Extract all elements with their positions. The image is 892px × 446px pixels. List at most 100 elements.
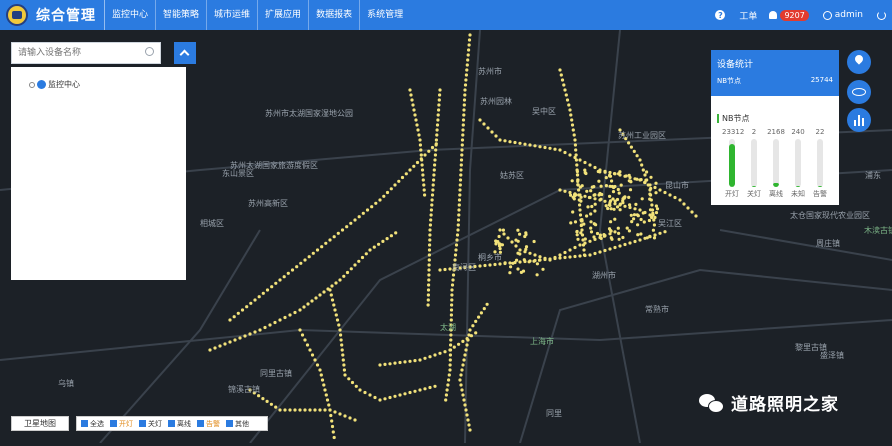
map-place-label: 太湖 <box>440 323 456 332</box>
map-place-label: 同里 <box>546 409 562 418</box>
map-place-label: 锦溪古镇 <box>228 385 260 394</box>
stat-label: 开灯 <box>725 190 739 198</box>
map-place-label: 吴江区 <box>658 219 682 228</box>
view-toggle-button[interactable] <box>847 80 871 104</box>
main-nav: 监控中心 智能策略 城市运维 扩展应用 数据报表 系统管理 <box>104 0 410 30</box>
stat-column-on[interactable]: 23312 开灯 <box>722 128 744 199</box>
stats-header: 设备统计 NB节点 25744 <box>711 50 839 96</box>
filter-select-all[interactable]: 全选 <box>81 419 104 429</box>
stat-column-unknown[interactable]: 240 未知 <box>788 128 808 199</box>
stat-bar-track <box>795 139 801 187</box>
bar-chart-icon <box>853 114 865 126</box>
map-place-label: 桐乡市 <box>478 253 502 262</box>
filter-on[interactable]: 开灯 <box>110 419 133 429</box>
stat-value: 2168 <box>767 128 785 136</box>
map-place-label: 昆山市 <box>665 181 689 190</box>
app-logo <box>6 4 28 26</box>
stat-bar-track <box>817 139 823 187</box>
map-place-label: 周庄镇 <box>816 239 840 248</box>
chevron-up-icon <box>179 49 190 60</box>
checkbox[interactable] <box>197 420 204 427</box>
nav-city-operation[interactable]: 城市运维 <box>206 0 257 30</box>
map-place-label: 姑苏区 <box>500 171 524 180</box>
map-place-label: 苏州工业园区 <box>618 131 666 140</box>
checkbox[interactable] <box>81 420 88 427</box>
stat-value: 240 <box>791 128 805 136</box>
filter-offline[interactable]: 离线 <box>168 419 191 429</box>
map-place-label: 相城区 <box>200 219 224 228</box>
map-place-label: 乌镇 <box>58 379 74 388</box>
help-icon[interactable]: ? <box>715 10 726 20</box>
stat-bar-fill <box>773 183 779 187</box>
locate-button[interactable] <box>847 50 871 74</box>
stat-value: 2 <box>751 128 757 136</box>
checkbox[interactable] <box>226 420 233 427</box>
map-place-label: 湖州市 <box>592 271 616 280</box>
map-place-label: 木渎古镇 <box>864 226 892 235</box>
filter-alarm[interactable]: 告警 <box>197 419 220 429</box>
stat-label: 告警 <box>813 190 827 198</box>
map-place-label: 常熟市 <box>645 305 669 314</box>
stat-bar-fill <box>729 143 735 187</box>
tree-node-radio[interactable] <box>29 81 35 88</box>
nb-section-title: NB节点 <box>717 113 749 124</box>
stat-value: 22 <box>815 128 825 136</box>
map-place-label: 苏州市太湖国家湿地公园 <box>265 109 353 118</box>
nav-monitor-center[interactable]: 监控中心 <box>104 0 155 30</box>
stat-bar-fill <box>817 186 823 187</box>
stat-bar-fill <box>751 186 757 187</box>
map-place-label: 盛泽镇 <box>820 351 844 360</box>
power-icon[interactable] <box>877 10 886 20</box>
map-place-label: 同里古镇 <box>260 369 292 378</box>
stat-label: 未知 <box>791 190 805 198</box>
wechat-watermark: 道路照明之家 <box>699 390 839 415</box>
map-place-label: 太仓国家现代农业园区 <box>790 211 870 220</box>
stat-label: 关灯 <box>747 190 761 198</box>
search-icon[interactable] <box>145 47 154 56</box>
statistics-button[interactable] <box>847 108 871 132</box>
map-place-label: 东山景区 <box>222 169 254 178</box>
stat-bar-track <box>729 139 735 187</box>
nav-smart-strategy[interactable]: 智能策略 <box>155 0 206 30</box>
nb-node-total: 25744 <box>810 76 833 84</box>
top-navigation-bar: 综合管理 监控中心 智能策略 城市运维 扩展应用 数据报表 系统管理 ? 工单 … <box>0 0 892 30</box>
nav-data-reports[interactable]: 数据报表 <box>308 0 359 30</box>
section-marker <box>717 114 719 123</box>
nb-section-label: NB节点 <box>722 114 750 123</box>
stat-column-offline[interactable]: 2168 离线 <box>766 128 786 199</box>
stat-bar-fill <box>795 186 801 187</box>
tree-node-monitor-center[interactable]: 监控中心 <box>29 79 80 90</box>
eye-icon <box>852 88 866 96</box>
stat-column-alarm[interactable]: 22 告警 <box>810 128 830 199</box>
nav-system-management[interactable]: 系统管理 <box>359 0 410 30</box>
username[interactable]: admin <box>835 10 863 20</box>
map-place-label: 上海市 <box>530 337 554 346</box>
stat-column-off[interactable]: 2 关灯 <box>744 128 764 199</box>
user-icon <box>822 10 832 20</box>
checkbox[interactable] <box>139 420 146 427</box>
map-place-label: 苏州高新区 <box>248 199 288 208</box>
tree-node-label: 监控中心 <box>48 80 80 89</box>
device-search <box>11 42 196 64</box>
stat-label: 离线 <box>769 190 783 198</box>
filter-other[interactable]: 其他 <box>226 419 249 429</box>
collapse-tree-button[interactable] <box>174 42 196 64</box>
nav-extended-apps[interactable]: 扩展应用 <box>257 0 308 30</box>
filter-off[interactable]: 关灯 <box>139 419 162 429</box>
wechat-icon <box>699 392 725 414</box>
map-place-label: 浦东 <box>865 171 881 180</box>
app-title: 综合管理 <box>36 8 96 24</box>
satellite-map-button[interactable]: 卫星地图 <box>11 416 69 431</box>
status-filter-bar: 全选 开灯 关灯 离线 告警 其他 <box>76 416 268 431</box>
stats-title: 设备统计 <box>717 60 754 70</box>
device-tree-panel: 监控中心 <box>11 67 186 280</box>
device-search-input[interactable] <box>11 42 161 64</box>
map-place-label: 苏州园林 <box>480 97 512 106</box>
checkbox[interactable] <box>168 420 175 427</box>
alarm-count-badge[interactable]: 9207 <box>780 9 809 21</box>
bell-icon[interactable] <box>769 11 778 19</box>
map-place-label: 苏州市 <box>478 67 502 76</box>
stat-bar-track <box>773 139 779 187</box>
ticket-link[interactable]: 工单 <box>739 9 757 22</box>
checkbox[interactable] <box>110 420 117 427</box>
